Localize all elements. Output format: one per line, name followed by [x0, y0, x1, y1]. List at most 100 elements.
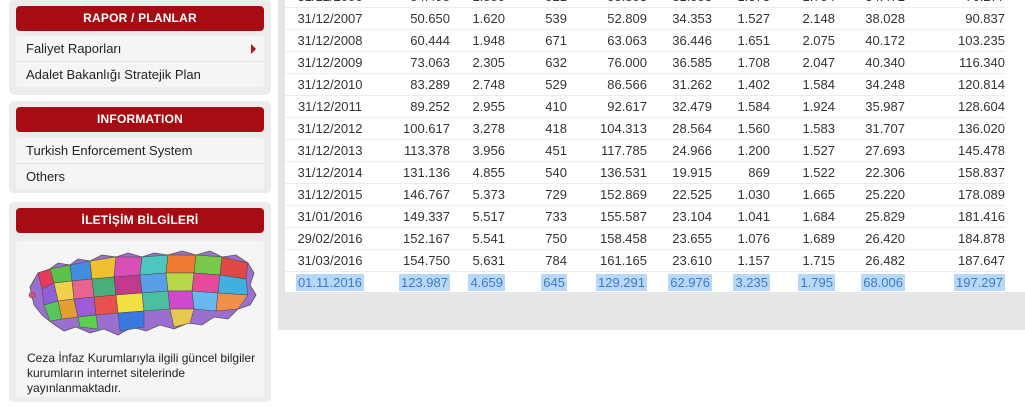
menu-item-label: Others [26, 169, 66, 184]
value-cell: 31.553 [647, 0, 712, 8]
value-cell: 2.955 [450, 95, 505, 118]
value-cell: 40.340 [835, 51, 905, 74]
value-cell: 36.446 [647, 29, 712, 52]
value-cell: 1.373 [712, 0, 770, 8]
value-cell: 784 [505, 249, 567, 272]
menu-item-others[interactable]: Others [16, 163, 264, 189]
value-cell: 1.527 [712, 7, 770, 30]
table-row: 31/12/2014 131.136 4.855 540 136.531 19.915 86… [285, 161, 1005, 184]
table-row: 31/01/2016 149.337 5.517 733 155.587 23.104 1.… [285, 205, 1005, 228]
value-cell: 729 [505, 183, 567, 206]
table-body: 31/12/200654.4981.88052155.80331.5531.37… [285, 0, 1005, 294]
value-cell: 451 [505, 139, 567, 162]
value-cell: 733 [505, 205, 567, 228]
date-cell: 31/12/2014 [285, 161, 375, 184]
value-cell: 187.647 [905, 249, 1005, 272]
value-cell: 131.136 [375, 161, 450, 184]
value-cell: 34.248 [835, 73, 905, 96]
value-cell: 161.165 [567, 249, 647, 272]
value-cell: 645 [505, 271, 567, 294]
value-cell: 22.525 [647, 183, 712, 206]
value-cell: 1.795 [770, 271, 835, 294]
value-cell: 35.987 [835, 95, 905, 118]
value-cell: 22.306 [835, 161, 905, 184]
value-cell: 5.517 [450, 205, 505, 228]
value-cell: 73.063 [375, 51, 450, 74]
value-cell: 103.235 [905, 29, 1005, 52]
date-cell: 29/02/2016 [285, 227, 375, 250]
value-cell: 154.750 [375, 249, 450, 272]
value-cell: 28.564 [647, 117, 712, 140]
value-cell: 23.655 [647, 227, 712, 250]
menu-item-faliyet-raporlari[interactable]: Faliyet Raporları [16, 36, 264, 61]
value-cell: 54.498 [375, 0, 450, 8]
value-cell: 24.966 [647, 139, 712, 162]
value-cell: 52.809 [567, 7, 647, 30]
value-cell: 155.587 [567, 205, 647, 228]
table-row: 31/12/2008 60.444 1.948 671 63.063 36.446 1.65… [285, 29, 1005, 52]
value-cell: 117.785 [567, 139, 647, 162]
contact-box: Ceza İnfaz Kurumlarıyla ilgili güncel bi… [16, 241, 264, 397]
value-cell: 2.148 [770, 7, 835, 30]
date-cell: 31/01/2016 [285, 205, 375, 228]
value-cell: 100.617 [375, 117, 450, 140]
information-menu: Turkish Enforcement System Others [16, 138, 264, 189]
rapor-planlar-menu: Faliyet Raporları Adalet Bakanlığı Strat… [16, 36, 264, 87]
value-cell: 4.659 [450, 271, 505, 294]
menu-item-stratejik-plan[interactable]: Adalet Bakanlığı Stratejik Plan [16, 61, 264, 87]
value-cell: 5.373 [450, 183, 505, 206]
value-cell: 89.252 [375, 95, 450, 118]
table-row: 31/12/2015 146.767 5.373 729 152.869 22.525 1.… [285, 183, 1005, 206]
date-cell: 31/12/2009 [285, 51, 375, 74]
turkey-map-image[interactable] [24, 243, 260, 347]
value-cell: 5.631 [450, 249, 505, 272]
value-cell: 1.754 [770, 0, 835, 8]
statistics-table-container: 31/12/200654.4981.88052155.80331.5531.37… [285, 0, 1025, 294]
value-cell: 145.478 [905, 139, 1005, 162]
value-cell: 136.020 [905, 117, 1005, 140]
value-cell: 149.337 [375, 205, 450, 228]
date-cell: 31/12/2008 [285, 29, 375, 52]
value-cell: 4.855 [450, 161, 505, 184]
iletisim-panel: İLETİŞİM BİLGİLERİ Ceza İnfaz Kurumlarıy… [9, 202, 271, 402]
value-cell: 1.924 [770, 95, 835, 118]
contact-info-text: Ceza İnfaz Kurumlarıyla ilgili güncel bi… [27, 351, 256, 395]
information-panel: INFORMATION Turkish Enforcement System O… [9, 101, 271, 193]
value-cell: 410 [505, 95, 567, 118]
value-cell: 34.353 [647, 7, 712, 30]
value-cell: 128.604 [905, 95, 1005, 118]
value-cell: 158.837 [905, 161, 1005, 184]
value-cell: 1.522 [770, 161, 835, 184]
table-row: 01.11.2016 123.987 4.659 645 129.291 62.976 3.… [285, 271, 1005, 294]
value-cell: 2.047 [770, 51, 835, 74]
information-header: INFORMATION [16, 107, 264, 132]
date-cell: 31/12/2006 [285, 0, 375, 8]
value-cell: 68.006 [835, 271, 905, 294]
value-cell: 26.482 [835, 249, 905, 272]
value-cell: 152.869 [567, 183, 647, 206]
value-cell: 1.708 [712, 51, 770, 74]
date-cell: 01.11.2016 [285, 271, 375, 294]
value-cell: 184.878 [905, 227, 1005, 250]
table-row: 31/12/2009 73.063 2.305 632 76.000 36.585 1.70… [285, 51, 1005, 74]
value-cell: 1.880 [450, 0, 505, 8]
value-cell: 120.814 [905, 73, 1005, 96]
value-cell: 5.541 [450, 227, 505, 250]
value-cell: 529 [505, 73, 567, 96]
value-cell: 62.976 [647, 271, 712, 294]
value-cell: 1.583 [770, 117, 835, 140]
menu-item-label: Turkish Enforcement System [26, 143, 193, 158]
value-cell: 25.220 [835, 183, 905, 206]
value-cell: 1.684 [770, 205, 835, 228]
value-cell: 1.030 [712, 183, 770, 206]
value-cell: 113.378 [375, 139, 450, 162]
value-cell: 418 [505, 117, 567, 140]
value-cell: 76.277 [905, 0, 1005, 8]
value-cell: 27.693 [835, 139, 905, 162]
table-row: 31/12/200654.4981.88052155.80331.5531.37… [285, 0, 1005, 8]
value-cell: 50.650 [375, 7, 450, 30]
menu-item-turkish-enforcement[interactable]: Turkish Enforcement System [16, 138, 264, 163]
value-cell: 23.104 [647, 205, 712, 228]
date-cell: 31/12/2012 [285, 117, 375, 140]
rapor-planlar-panel: RAPOR / PLANLAR Faliyet Raporları Adalet… [9, 0, 271, 95]
